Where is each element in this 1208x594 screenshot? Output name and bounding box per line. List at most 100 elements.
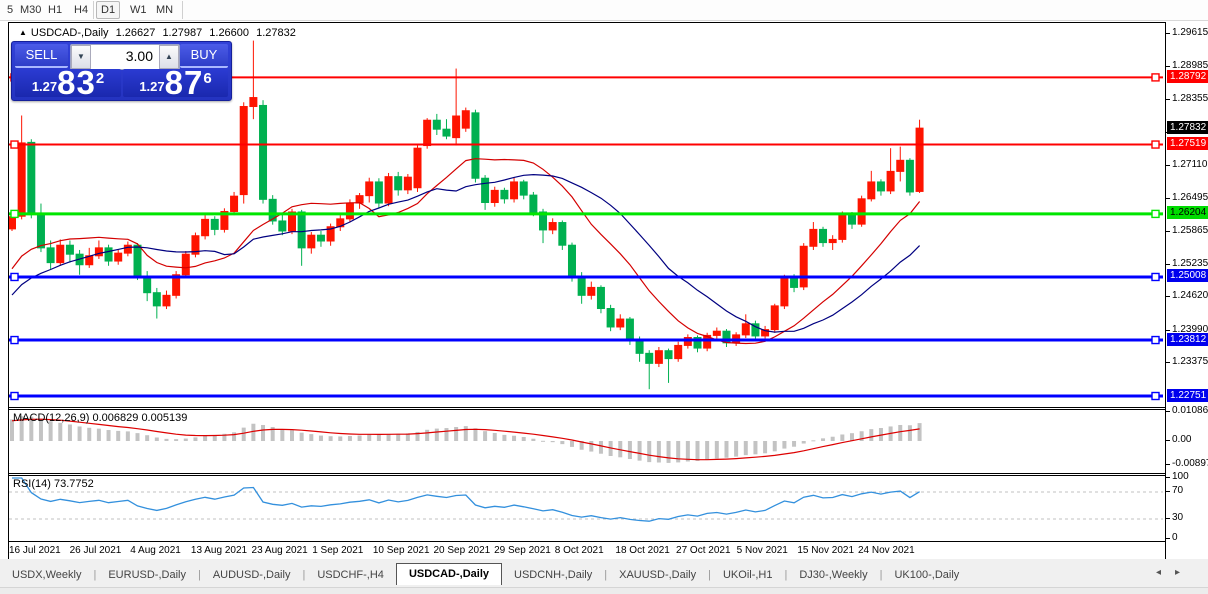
date-label: 16 Jul 2021: [9, 545, 61, 556]
candle: [675, 342, 682, 362]
symbol-name: USDCAD-,Daily: [31, 27, 109, 39]
tab-usdcad-daily[interactable]: USDCAD-,Daily: [396, 563, 502, 585]
period-button-h1[interactable]: H1: [44, 2, 66, 18]
tab-usdcnh-daily[interactable]: USDCNH-,Daily: [502, 565, 604, 585]
date-label: 10 Sep 2021: [373, 545, 430, 556]
volume-input[interactable]: 3.00: [91, 45, 159, 69]
tab-audusd-daily[interactable]: AUDUSD-,Daily: [201, 565, 303, 585]
candle: [173, 271, 180, 298]
current-price-badge: 1.27832: [1167, 121, 1208, 134]
tab-dj30-weekly[interactable]: DJ30-,Weekly: [787, 565, 879, 585]
period-button-d1[interactable]: D1: [96, 1, 120, 19]
candle: [810, 222, 817, 250]
candle: [443, 119, 450, 139]
tab-usdchf-h4[interactable]: USDCHF-,H4: [305, 565, 396, 585]
candle: [800, 243, 807, 290]
period-toolbar: 5M30H1H4D1 W1MN: [0, 0, 1208, 21]
candle: [211, 216, 218, 235]
candle: [231, 192, 238, 215]
candle: [279, 214, 286, 235]
candle: [462, 108, 469, 132]
rsi-axis-label: 30: [1172, 512, 1183, 524]
collapse-triangle-icon[interactable]: ▲: [19, 28, 27, 37]
price-axis-label: 1.23375: [1172, 356, 1208, 368]
tab-uk100-daily[interactable]: UK100-,Daily: [882, 565, 971, 585]
rsi-label: RSI(14) 73.7752: [13, 478, 94, 490]
candle: [395, 172, 402, 196]
candle: [28, 139, 35, 218]
candle: [607, 305, 614, 331]
macd-label: MACD(12,26,9) 0.006829 0.005139: [13, 412, 187, 424]
tab-usdx-weekly[interactable]: USDX,Weekly: [0, 565, 93, 585]
candle: [327, 224, 334, 246]
buy-price-big: 87: [165, 69, 204, 97]
tab-scroll-left-icon[interactable]: ◂: [1156, 567, 1175, 578]
period-button-mn[interactable]: MN: [152, 2, 177, 18]
candle: [260, 100, 267, 203]
axis-tick: [1166, 411, 1170, 412]
axis-tick: [1166, 296, 1170, 297]
axis-tick: [1166, 464, 1170, 465]
date-label: 27 Oct 2021: [676, 545, 730, 556]
date-label: 23 Aug 2021: [252, 545, 308, 556]
buy-price-sup: 6: [203, 70, 211, 87]
date-label: 4 Aug 2021: [130, 545, 181, 556]
price-axis-label: 1.27110: [1172, 159, 1207, 171]
candle: [202, 215, 209, 239]
candle: [491, 187, 498, 207]
quote-close: 1.27832: [256, 27, 296, 39]
candle: [308, 232, 315, 254]
candle: [887, 148, 894, 194]
period-button-m30[interactable]: M30: [16, 2, 45, 18]
candle: [511, 178, 518, 203]
candle: [588, 282, 595, 300]
axis-tick: [1166, 440, 1170, 441]
candle: [163, 291, 170, 309]
candle: [501, 188, 508, 204]
candle: [192, 233, 199, 258]
buy-price[interactable]: 1.27 87 6: [123, 69, 228, 97]
tab-ukoil-h1[interactable]: UKOil-,H1: [711, 565, 785, 585]
period-button-w1[interactable]: W1: [126, 2, 151, 18]
rsi-axis-label: 70: [1172, 485, 1183, 497]
tab-scroll-right-icon[interactable]: ▸: [1175, 567, 1194, 578]
level-line-1.22751[interactable]: [9, 393, 1163, 400]
candle: [250, 41, 257, 120]
candle: [433, 114, 440, 135]
candle: [124, 242, 131, 257]
axis-tick: [1166, 477, 1170, 478]
date-label: 26 Jul 2021: [70, 545, 122, 556]
period-button-h4[interactable]: H4: [70, 2, 92, 18]
level-line-1.27519[interactable]: [9, 141, 1163, 148]
ma-slow-line: [12, 175, 920, 333]
candle: [57, 239, 64, 265]
price-axis[interactable]: 1.296151.289851.283551.277401.271101.264…: [1166, 22, 1208, 559]
candle: [713, 327, 720, 339]
price-axis-label: 1.29615: [1172, 27, 1208, 39]
axis-tick: [1166, 538, 1170, 539]
candle: [520, 180, 527, 200]
price-level-badge-1.25008: 1.25008: [1167, 269, 1208, 282]
candle: [868, 171, 875, 202]
date-axis: 16 Jul 202126 Jul 20214 Aug 202113 Aug 2…: [9, 542, 1165, 559]
axis-tick: [1166, 330, 1170, 331]
tab-xauusd-daily[interactable]: XAUUSD-,Daily: [607, 565, 708, 585]
axis-tick: [1166, 33, 1170, 34]
candle: [482, 175, 489, 210]
price-level-badge-1.22751: 1.22751: [1167, 389, 1208, 402]
period-button-5[interactable]: 5: [3, 2, 17, 18]
candle: [549, 218, 556, 234]
level-line-1.23812[interactable]: [9, 337, 1163, 344]
sell-price-big: 83: [57, 69, 96, 97]
sell-price[interactable]: 1.27 83 2: [15, 69, 121, 97]
buy-price-prefix: 1.27: [139, 79, 164, 94]
date-label: 24 Nov 2021: [858, 545, 915, 556]
macd-axis-label: -0.008974: [1172, 458, 1208, 470]
candle: [829, 235, 836, 250]
candle: [742, 314, 749, 338]
candle: [298, 210, 305, 266]
axis-tick: [1166, 518, 1170, 519]
tab-eurusd-daily[interactable]: EURUSD-,Daily: [96, 565, 198, 585]
axis-tick: [1166, 66, 1170, 67]
candle: [385, 173, 392, 206]
